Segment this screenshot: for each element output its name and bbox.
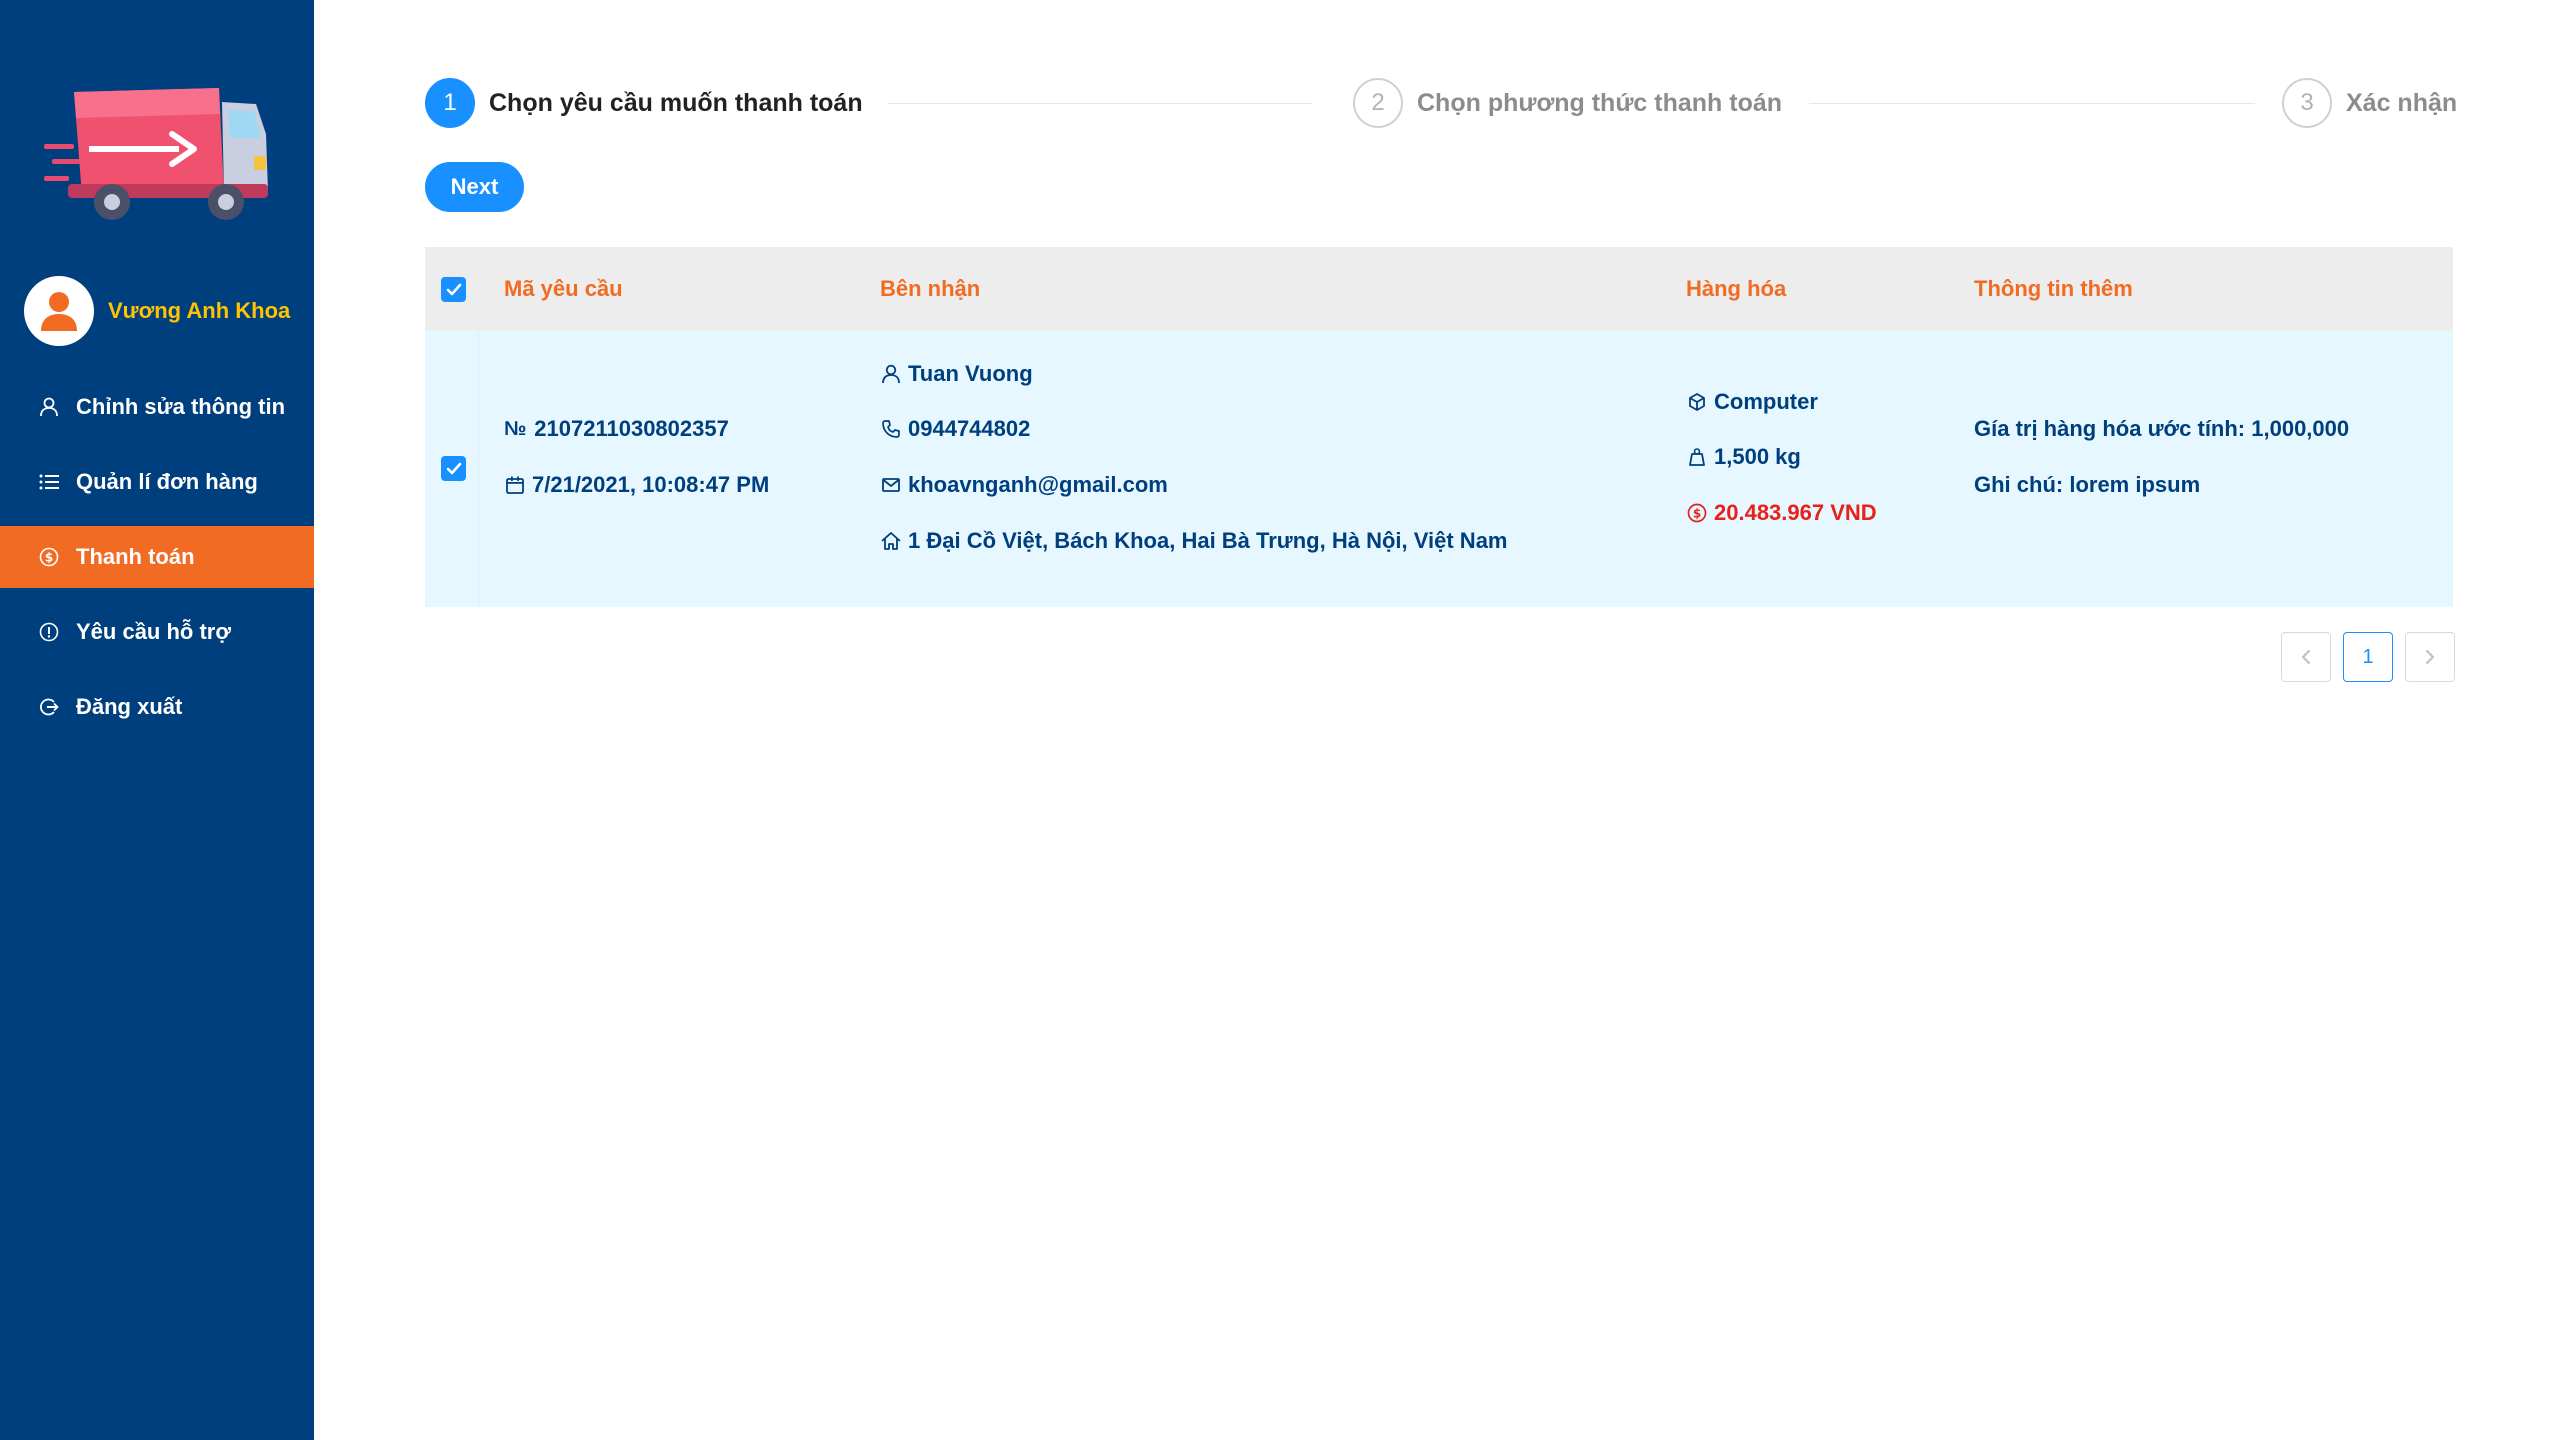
request-code-value: 2107211030802357 <box>534 416 729 441</box>
sidebar-menu: Chỉnh sửa thông tin Quản lí đơn hàng $ T… <box>0 376 314 751</box>
receiver-phone-value: 0944744802 <box>908 416 1031 441</box>
row-checkbox[interactable] <box>441 456 466 481</box>
sidebar-item-edit-profile[interactable]: Chỉnh sửa thông tin <box>0 376 314 438</box>
phone-icon <box>880 418 902 440</box>
check-icon <box>446 462 461 474</box>
column-header-extra: Thông tin thêm <box>1974 276 2133 301</box>
select-all-checkbox[interactable] <box>441 277 466 302</box>
step-confirm: 3 Xác nhận <box>2282 78 2457 128</box>
sidebar-item-orders[interactable]: Quản lí đơn hàng <box>0 451 314 513</box>
goods-weight: 1,500 kg <box>1686 442 1801 472</box>
mail-icon <box>880 474 902 496</box>
step-number: 2 <box>1353 78 1403 128</box>
sidebar-item-label: Chỉnh sửa thông tin <box>76 394 286 419</box>
dollar-icon: $ <box>38 546 60 568</box>
step-title: Xác nhận <box>2346 88 2458 117</box>
calendar-icon <box>504 474 526 496</box>
sidebar-item-label: Thanh toán <box>76 544 195 569</box>
svg-text:$: $ <box>45 551 53 565</box>
step-payment-method: 2 Chọn phương thức thanh toán <box>1353 78 1782 128</box>
home-icon <box>880 530 902 552</box>
request-date-value: 7/21/2021, 10:08:47 PM <box>532 472 770 497</box>
receiver-name: Tuan Vuong <box>880 359 1033 389</box>
avatar <box>24 276 94 346</box>
table-header: Mã yêu cầu Bên nhận Hàng hóa Thông tin t… <box>425 247 2453 331</box>
table-row[interactable]: № 2107211030802357 7/21/2021, 10:08:47 P… <box>425 331 2453 607</box>
note: Ghi chú: lorem ipsum <box>1974 472 2201 497</box>
chevron-right-icon <box>2426 650 2434 664</box>
goods-name: Computer <box>1686 387 1818 417</box>
step-select-requests: 1 Chọn yêu cầu muốn thanh toán <box>425 78 863 128</box>
receiver-email-value: khoavnganh@gmail.com <box>908 472 1168 497</box>
user-profile[interactable]: Vương Anh Khoa <box>24 276 290 346</box>
svg-text:$: $ <box>1693 507 1701 521</box>
step-number: 1 <box>425 78 475 128</box>
column-header-goods: Hàng hóa <box>1686 276 1787 301</box>
request-date: 7/21/2021, 10:08:47 PM <box>504 470 769 500</box>
sidebar-item-label: Yêu cầu hỗ trợ <box>76 619 231 644</box>
sidebar-item-logout[interactable]: Đăng xuất <box>0 676 314 738</box>
dollar-icon: $ <box>1686 502 1708 524</box>
chevron-left-icon <box>2302 650 2310 664</box>
truck-logo <box>44 84 274 229</box>
receiver-address: 1 Đại Cồ Việt, Bách Khoa, Hai Bà Trưng, … <box>880 526 1508 556</box>
person-icon <box>41 292 77 331</box>
page-1-button[interactable]: 1 <box>2343 632 2393 682</box>
goods-price: $ 20.483.967 VND <box>1686 498 1877 528</box>
exclamation-icon <box>38 621 60 643</box>
receiver-name-value: Tuan Vuong <box>908 361 1033 386</box>
step-title: Chọn yêu cầu muốn thanh toán <box>489 88 863 117</box>
step-connector <box>1809 103 2255 104</box>
column-header-code: Mã yêu cầu <box>504 276 623 301</box>
request-code: № 2107211030802357 <box>504 414 729 444</box>
step-number: 3 <box>2282 78 2332 128</box>
column-divider <box>478 331 479 607</box>
box-icon <box>1686 391 1708 413</box>
sidebar: Vương Anh Khoa Chỉnh sửa thông tin Quản … <box>0 0 314 1440</box>
list-icon <box>38 471 60 493</box>
receiver-phone: 0944744802 <box>880 414 1030 444</box>
user-icon <box>880 363 902 385</box>
next-page-button[interactable] <box>2405 632 2455 682</box>
sidebar-item-support[interactable]: Yêu cầu hỗ trợ <box>0 601 314 663</box>
sidebar-item-label: Quản lí đơn hàng <box>76 469 258 494</box>
goods-name-value: Computer <box>1714 389 1818 414</box>
column-header-receiver: Bên nhận <box>880 276 981 301</box>
receiver-email: khoavnganh@gmail.com <box>880 470 1168 500</box>
number-sign: № <box>504 417 527 440</box>
sidebar-item-payment[interactable]: $ Thanh toán <box>0 526 314 588</box>
check-icon <box>446 283 461 295</box>
goods-weight-value: 1,500 kg <box>1714 444 1801 469</box>
logout-icon <box>38 696 60 718</box>
payment-steps: 1 Chọn yêu cầu muốn thanh toán 2 Chọn ph… <box>425 78 2457 128</box>
sidebar-item-label: Đăng xuất <box>76 694 183 719</box>
weight-icon <box>1686 446 1708 468</box>
estimated-value: Gía trị hàng hóa ước tính: 1,000,000 <box>1974 416 2350 441</box>
requests-table: Mã yêu cầu Bên nhận Hàng hóa Thông tin t… <box>425 247 2453 607</box>
prev-page-button[interactable] <box>2281 632 2331 682</box>
user-icon <box>38 396 60 418</box>
goods-price-value: 20.483.967 VND <box>1714 500 1877 525</box>
step-connector <box>888 103 1312 104</box>
user-name: Vương Anh Khoa <box>108 298 291 323</box>
step-title: Chọn phương thức thanh toán <box>1417 88 1783 117</box>
next-button[interactable]: Next <box>425 162 524 212</box>
receiver-address-value: 1 Đại Cồ Việt, Bách Khoa, Hai Bà Trưng, … <box>908 528 1508 553</box>
